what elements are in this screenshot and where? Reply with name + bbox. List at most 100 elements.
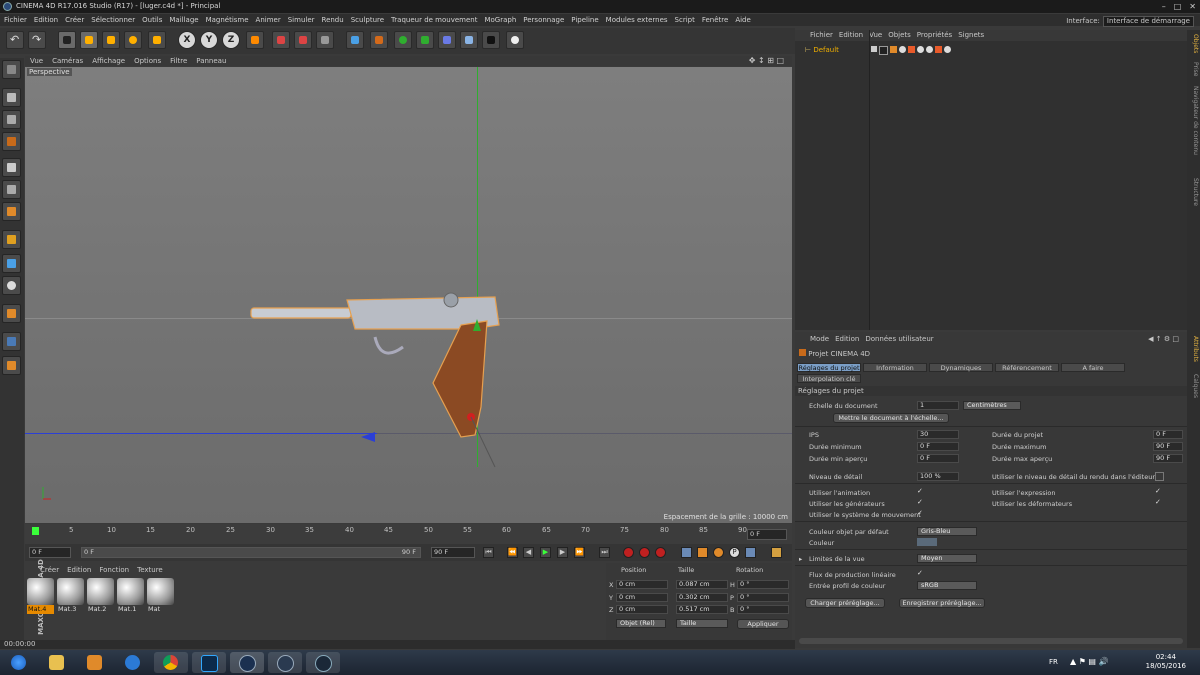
coordinate-system-button[interactable] bbox=[246, 31, 264, 49]
attr-menu-mode[interactable]: Mode bbox=[810, 335, 829, 343]
tray-icons[interactable]: ▲ ⚑ ▤ 🔊 bbox=[1070, 657, 1108, 666]
texture-tag-icon[interactable] bbox=[917, 46, 924, 53]
menu-fenetre[interactable]: Fenêtre bbox=[702, 16, 728, 24]
menu-creer[interactable]: Créer bbox=[65, 16, 84, 24]
side-tab-calques[interactable]: Calques bbox=[1188, 374, 1199, 398]
vp-menu-cameras[interactable]: Caméras bbox=[52, 57, 83, 65]
mat-menu-edition[interactable]: Edition bbox=[67, 566, 91, 574]
side-tab-navigateur[interactable]: Navigateur de contenu bbox=[1188, 86, 1199, 155]
texture-tag-icon[interactable] bbox=[944, 46, 951, 53]
position-z-field[interactable]: 0 cm bbox=[616, 605, 668, 614]
render-settings-button[interactable] bbox=[316, 31, 334, 49]
pistol-model[interactable] bbox=[25, 67, 792, 523]
timeline-window-button[interactable] bbox=[771, 547, 782, 558]
side-tab-attributs[interactable]: Attributs bbox=[1188, 336, 1199, 362]
coord-mode-dropdown[interactable]: Objet (Rel) bbox=[616, 619, 666, 628]
size-x-field[interactable]: 0.087 cm bbox=[676, 580, 728, 589]
key-pla-button[interactable] bbox=[745, 547, 756, 558]
array-button[interactable] bbox=[416, 31, 434, 49]
maximize-icon[interactable]: □ bbox=[1174, 0, 1182, 13]
taskbar-chrome[interactable] bbox=[154, 652, 188, 673]
use-motion-system-checkbox[interactable]: ✓ bbox=[917, 510, 924, 517]
min-preview-field[interactable]: 0 F bbox=[917, 454, 959, 463]
attr-scrollbar[interactable] bbox=[799, 638, 1183, 644]
expand-arrow-icon[interactable]: ▸ bbox=[799, 555, 802, 563]
move-tool-button[interactable] bbox=[80, 31, 98, 49]
next-frame-button[interactable]: ▶ bbox=[557, 547, 568, 558]
save-preset-button[interactable]: Enregistrer préréglage... bbox=[899, 598, 985, 608]
texture-tag-icon[interactable] bbox=[926, 46, 933, 53]
taskbar-ie[interactable] bbox=[116, 652, 150, 673]
menu-modules[interactable]: Modules externes bbox=[606, 16, 668, 24]
add-tool-button[interactable] bbox=[148, 31, 166, 49]
rotation-p-field[interactable]: 0 ° bbox=[737, 593, 789, 602]
tab-a-faire[interactable]: A faire bbox=[1061, 363, 1125, 372]
interface-select[interactable]: Interface de démarrage bbox=[1102, 15, 1194, 27]
close-icon[interactable]: ✕ bbox=[1189, 0, 1196, 13]
obj-menu-edition[interactable]: Edition bbox=[839, 31, 863, 39]
render-view-button[interactable] bbox=[272, 31, 290, 49]
obj-menu-proprietes[interactable]: Propriétés bbox=[917, 31, 952, 39]
size-mode-dropdown[interactable]: Taille bbox=[676, 619, 728, 628]
size-y-field[interactable]: 0.302 cm bbox=[676, 593, 728, 602]
taskbar-cinema4d[interactable] bbox=[230, 652, 264, 673]
color-swatch[interactable] bbox=[917, 538, 937, 546]
end-frame-field[interactable]: 90 F bbox=[431, 547, 475, 558]
side-tab-prise[interactable]: Prise bbox=[1188, 62, 1199, 76]
menu-personnage[interactable]: Personnage bbox=[523, 16, 564, 24]
obj-menu-fichier[interactable]: Fichier bbox=[810, 31, 833, 39]
camera-button[interactable] bbox=[482, 31, 500, 49]
pen-spline-button[interactable] bbox=[370, 31, 388, 49]
use-animation-checkbox[interactable]: ✓ bbox=[917, 488, 924, 495]
polygons-mode-button[interactable] bbox=[2, 202, 21, 221]
position-x-field[interactable]: 0 cm bbox=[616, 580, 668, 589]
lod-render-checkbox[interactable] bbox=[1155, 472, 1164, 481]
taskbar-clock[interactable]: 02:44 18/05/2016 bbox=[1146, 653, 1186, 671]
key-parameter-button[interactable]: P bbox=[729, 547, 740, 558]
solo-hierarchy-button[interactable] bbox=[2, 356, 21, 375]
use-generators-checkbox[interactable]: ✓ bbox=[917, 499, 924, 506]
menu-animer[interactable]: Animer bbox=[256, 16, 281, 24]
go-start-button[interactable]: ⏮ bbox=[483, 547, 494, 558]
attr-menu-edition[interactable]: Edition bbox=[835, 335, 859, 343]
axis-y-button[interactable]: Y bbox=[200, 31, 218, 49]
material-tag-icon[interactable] bbox=[908, 46, 915, 53]
keyframe-selection-button[interactable] bbox=[655, 547, 666, 558]
menu-fichier[interactable]: Fichier bbox=[4, 16, 27, 24]
start-frame-field[interactable]: 0 F bbox=[29, 547, 71, 558]
model-mode-button[interactable] bbox=[2, 88, 21, 107]
object-row-default[interactable]: ⊢ Default bbox=[805, 45, 839, 55]
size-z-field[interactable]: 0.517 cm bbox=[676, 605, 728, 614]
material-mat2[interactable]: Mat.2 bbox=[87, 578, 114, 614]
menu-mograph[interactable]: MoGraph bbox=[484, 16, 516, 24]
position-y-field[interactable]: 0 cm bbox=[616, 593, 668, 602]
obj-menu-signets[interactable]: Signets bbox=[958, 31, 984, 39]
menu-aide[interactable]: Aide bbox=[735, 16, 750, 24]
floor-button[interactable] bbox=[460, 31, 478, 49]
redo-button[interactable]: ↷ bbox=[28, 31, 46, 49]
timeline-ruler[interactable]: 0 5 10 15 20 25 30 35 40 45 50 55 60 65 … bbox=[25, 524, 792, 544]
tab-dynamiques[interactable]: Dynamiques bbox=[929, 363, 993, 372]
max-preview-field[interactable]: 90 F bbox=[1153, 454, 1183, 463]
material-mat3[interactable]: Mat.3 bbox=[57, 578, 84, 614]
menu-sculpture[interactable]: Sculpture bbox=[351, 16, 384, 24]
current-frame-field[interactable]: 0 F bbox=[747, 529, 787, 540]
tab-referencement[interactable]: Référencement bbox=[995, 363, 1059, 372]
side-tab-objets[interactable]: Objets bbox=[1188, 34, 1199, 53]
workplane-mode-button[interactable] bbox=[2, 132, 21, 151]
linear-workflow-checkbox[interactable]: ✓ bbox=[917, 570, 924, 577]
scale-document-button[interactable]: Mettre le document à l'échelle... bbox=[833, 413, 949, 423]
rotation-b-field[interactable]: 0 ° bbox=[737, 605, 789, 614]
menu-rendu[interactable]: Rendu bbox=[322, 16, 344, 24]
make-editable-button[interactable] bbox=[2, 60, 21, 79]
menu-script[interactable]: Script bbox=[675, 16, 695, 24]
start-button[interactable] bbox=[2, 652, 36, 673]
project-duration-field[interactable]: 0 F bbox=[1153, 430, 1183, 439]
material-mat1[interactable]: Mat.1 bbox=[117, 578, 144, 614]
undo-button[interactable]: ↶ bbox=[6, 31, 24, 49]
playhead[interactable] bbox=[32, 527, 39, 535]
attr-menu-userdata[interactable]: Données utilisateur bbox=[865, 335, 933, 343]
key-scale-button[interactable] bbox=[697, 547, 708, 558]
scale-field[interactable]: 1 bbox=[917, 401, 959, 410]
side-tab-structure[interactable]: Structure bbox=[1188, 178, 1199, 206]
